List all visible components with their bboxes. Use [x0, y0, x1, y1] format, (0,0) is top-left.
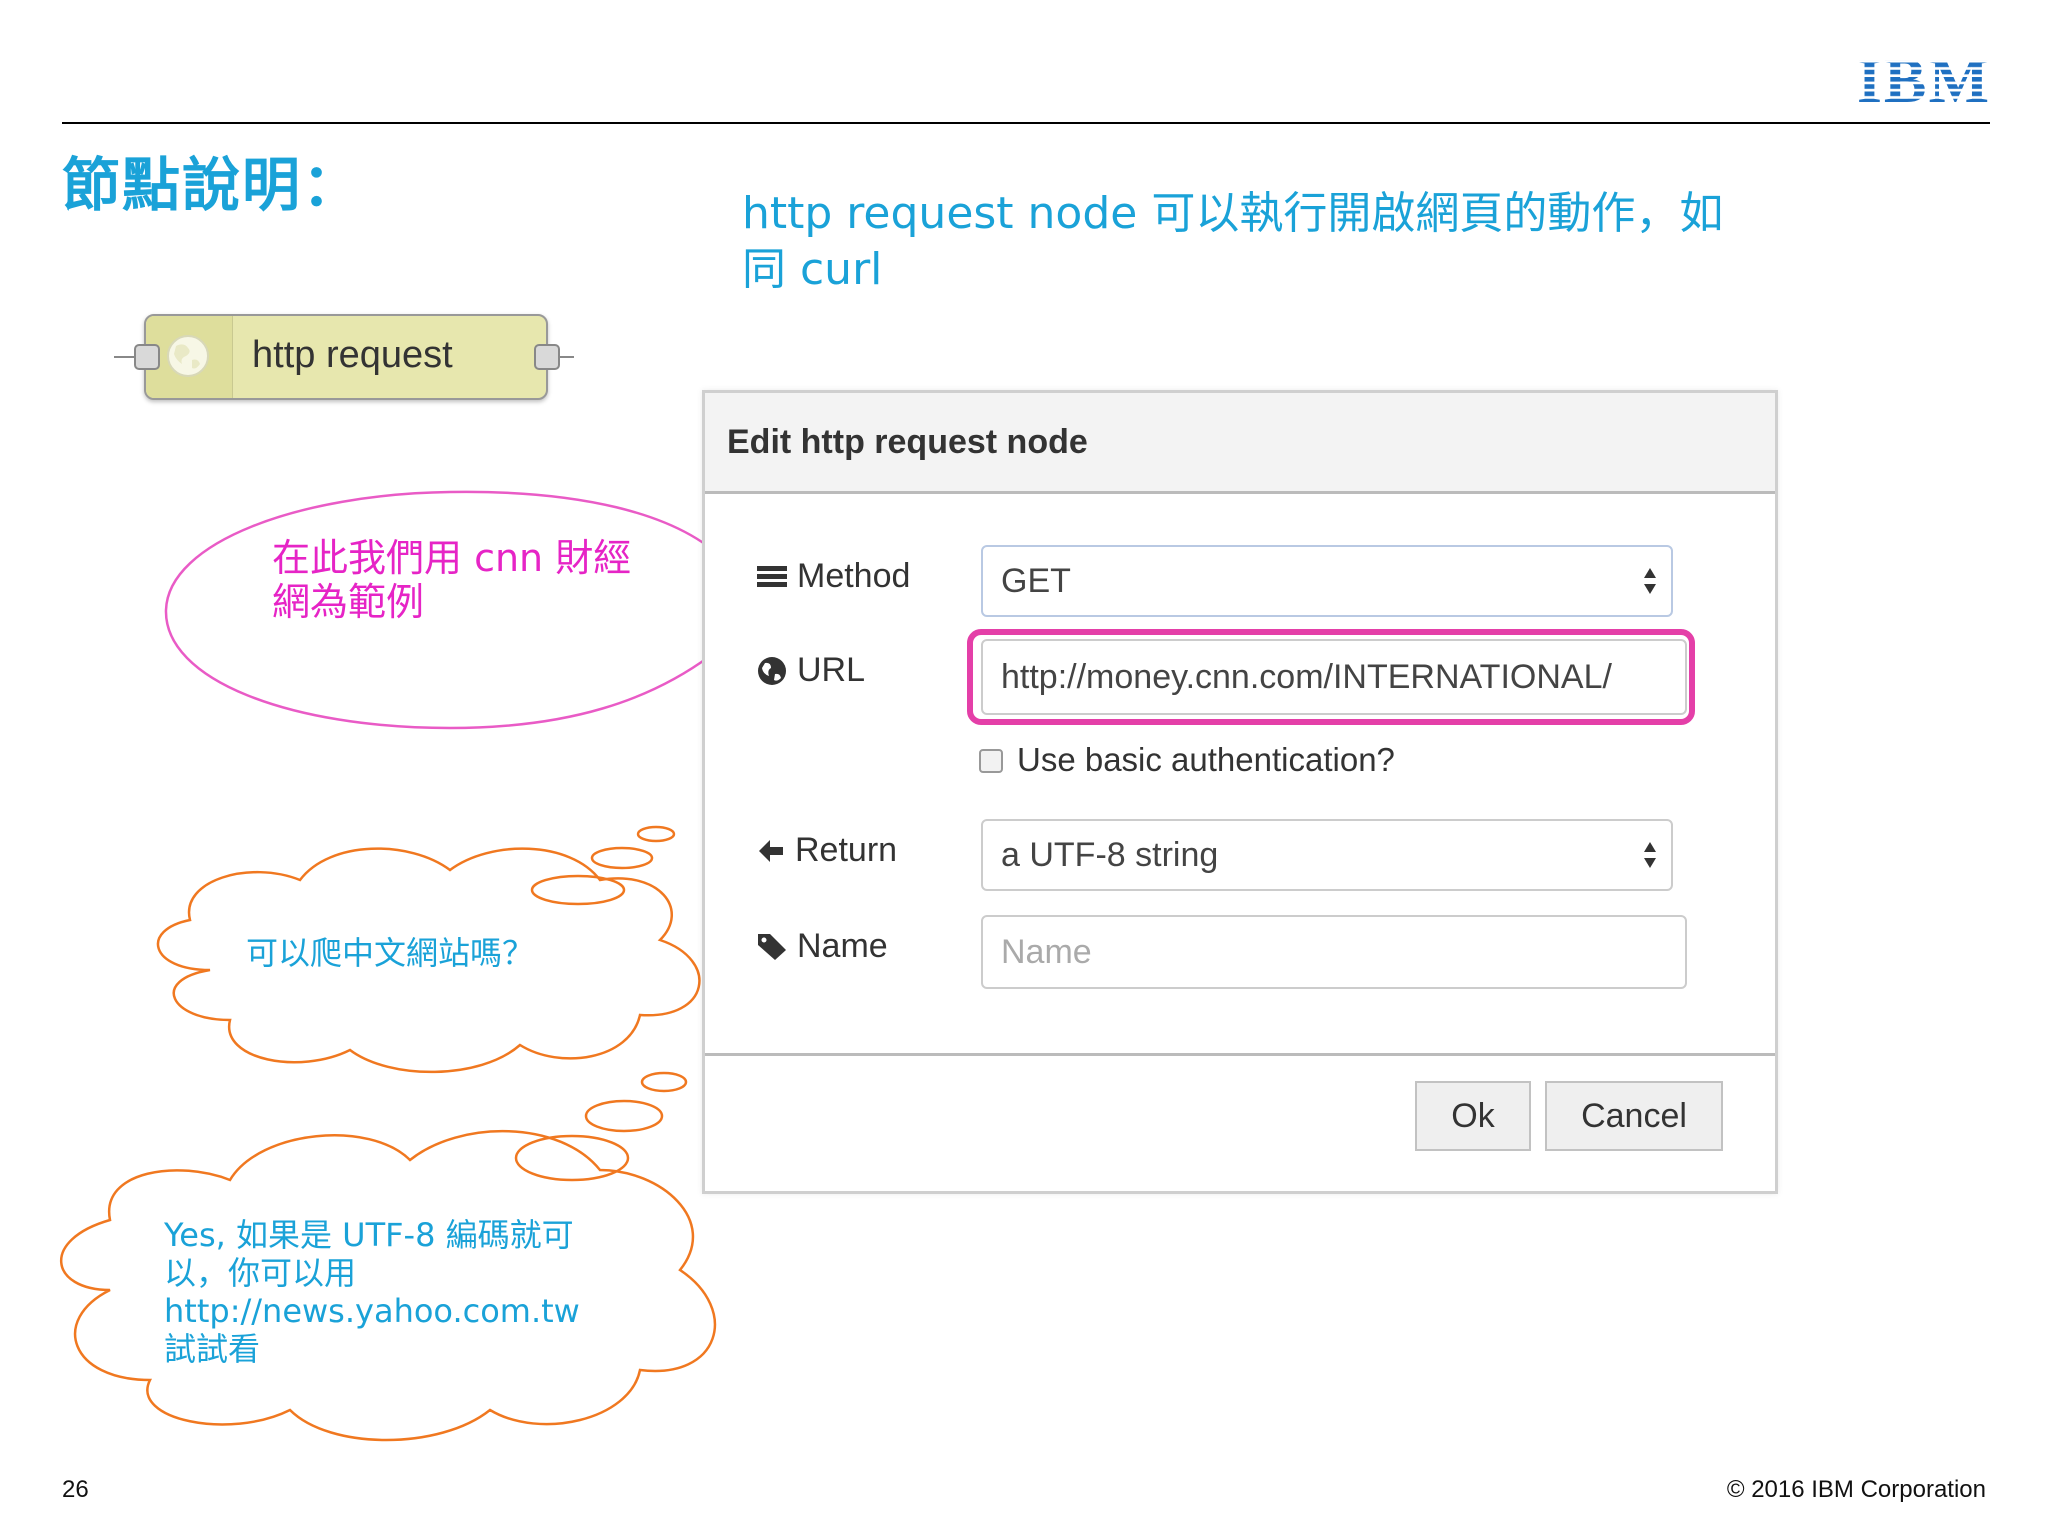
svg-text:IBM: IBM — [1857, 48, 1991, 106]
input-port[interactable] — [134, 344, 160, 370]
url-label: URL — [797, 651, 866, 689]
node-body[interactable]: http request — [144, 314, 548, 400]
ibm-logo: IBM — [1857, 48, 1991, 106]
dialog-footer-rule — [705, 1053, 1775, 1056]
ok-button[interactable]: Ok — [1415, 1081, 1531, 1151]
tag-icon — [758, 933, 786, 960]
thought-cloud-answer-text: Yes, 如果是 UTF-8 編碼就可以，你可以用 http://news.ya… — [164, 1216, 580, 1368]
url-label-row: URL — [757, 651, 865, 690]
name-input[interactable]: Name — [981, 915, 1687, 989]
method-value: GET — [1001, 561, 1071, 600]
arrow-left-icon — [759, 839, 783, 862]
node-label: http request — [252, 334, 453, 376]
dialog-header: Edit http request node — [705, 393, 1775, 494]
globe-icon — [758, 656, 786, 685]
copyright: © 2016 IBM Corporation — [1726, 1476, 1986, 1503]
edit-node-dialog: Edit http request node Method GET URL ht… — [702, 390, 1778, 1194]
return-select[interactable]: a UTF-8 string — [981, 819, 1673, 891]
name-label: Name — [797, 927, 888, 965]
return-label: Return — [795, 831, 898, 869]
speech-bubble-text: 在此我們用 cnn 財經網為範例 — [272, 536, 632, 624]
page-number: 26 — [62, 1476, 89, 1503]
output-port[interactable] — [534, 344, 560, 370]
url-highlight-box — [967, 629, 1695, 725]
slide-title: 節點說明： — [62, 151, 363, 219]
name-placeholder: Name — [1001, 932, 1092, 971]
return-value: a UTF-8 string — [1001, 835, 1219, 874]
select-arrows-icon — [1644, 568, 1656, 594]
cancel-button[interactable]: Cancel — [1545, 1081, 1723, 1151]
http-request-node[interactable]: http request — [110, 312, 580, 412]
return-label-row: Return — [757, 831, 897, 870]
thought-cloud-question-text: 可以爬中文網站嗎？ — [246, 934, 535, 972]
method-select[interactable]: GET — [981, 545, 1673, 617]
basic-auth-checkbox[interactable] — [979, 749, 1003, 773]
list-icon — [757, 565, 787, 587]
select-arrows-icon — [1644, 842, 1656, 868]
intro-text: http request node 可以執行開啟網頁的動作，如同 curl — [742, 188, 1724, 295]
method-label-row: Method — [757, 557, 910, 596]
header-rule — [62, 122, 1990, 124]
name-label-row: Name — [757, 927, 888, 966]
globe-icon — [167, 335, 209, 377]
method-label: Method — [797, 557, 911, 595]
basic-auth-label: Use basic authentication? — [1017, 741, 1395, 778]
dialog-title: Edit http request node — [727, 423, 1088, 461]
